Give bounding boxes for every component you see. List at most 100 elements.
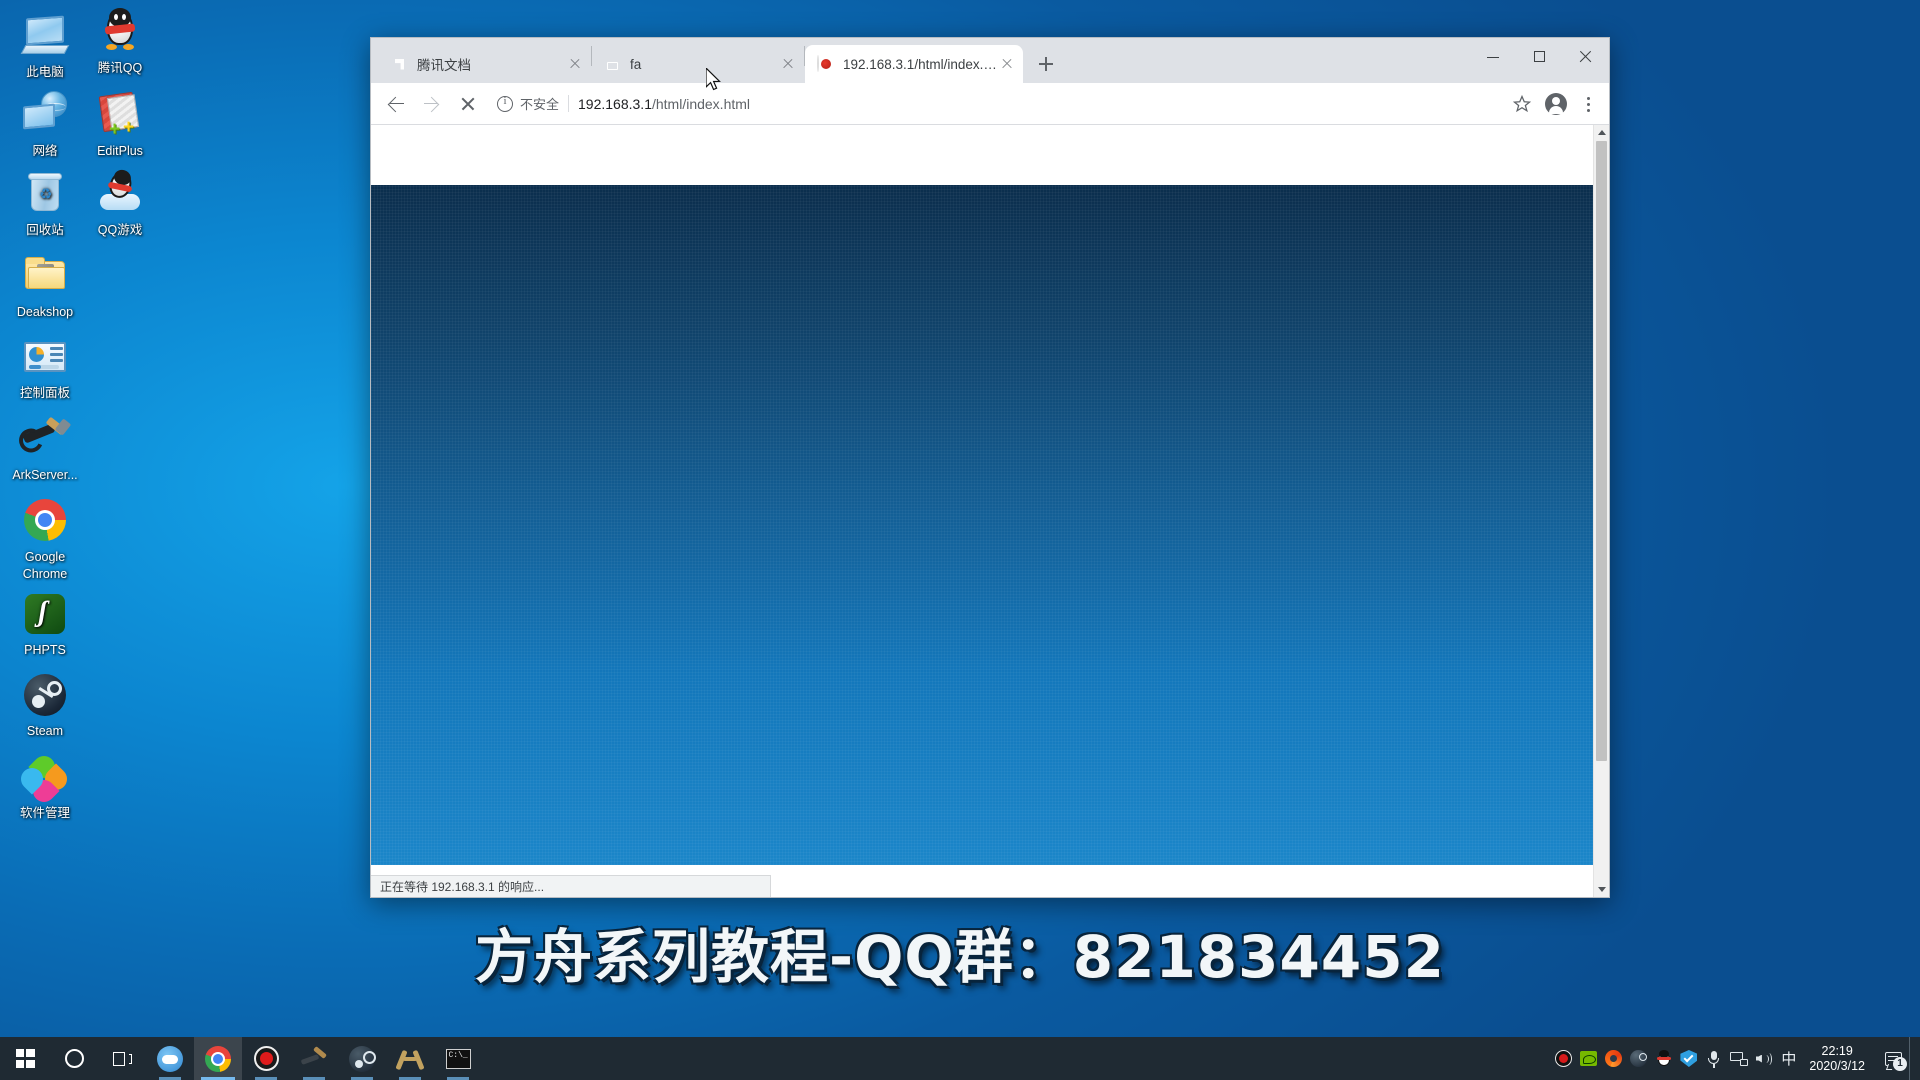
desktop-icon-label: 软件管理 [19,806,70,820]
address-bar[interactable]: 不安全 192.168.3.1/html/index.html [497,90,1503,118]
scroll-up-arrow-icon[interactable] [1594,125,1609,141]
task-view-button[interactable] [98,1037,146,1080]
system-tray: 中 22:19 2020/3/12 1 [1551,1037,1920,1080]
desktop-icon-this-pc[interactable]: 此电脑 [6,12,84,79]
tray-steam[interactable] [1626,1037,1651,1080]
omnibox-divider [568,95,570,112]
tab-title: 192.168.3.1/html/index.html [843,56,997,72]
taskbar-ark-tools[interactable] [290,1037,338,1080]
steam-icon [21,671,69,719]
profile-avatar-button[interactable] [1545,92,1567,115]
bookmark-star-icon[interactable] [1509,91,1535,117]
windows-logo-icon [15,1049,35,1068]
url-domain: 192.168.3.1 [578,95,652,112]
desktop-icon-label: QQ游戏 [97,223,143,237]
taskbar-game-app[interactable] [146,1037,194,1080]
software-manager-icon [16,751,72,807]
tray-qq[interactable] [1651,1037,1676,1080]
chrome-menu-button[interactable] [1577,91,1599,117]
desktop-icon-ark-server-tools[interactable]: ArkServer... [0,415,90,482]
ark-logo-icon [395,1048,425,1070]
record-icon [1555,1050,1573,1067]
desktop-icon-label: EditPlus [97,144,143,158]
editplus-icon: + + [96,91,144,139]
steam-icon [1630,1050,1648,1067]
status-bar-text: 正在等待 192.168.3.1 的响应... [380,880,545,894]
taskbar-recorder[interactable] [242,1037,290,1080]
control-panel-icon [21,333,69,381]
tab-close-icon[interactable] [997,54,1017,74]
show-desktop-button[interactable] [1909,1037,1916,1080]
chrome-icon [21,496,69,544]
desktop-icon-network[interactable]: 网络 [6,91,84,158]
windows-taskbar: 中 22:19 2020/3/12 1 [0,1037,1920,1080]
cortana-search-button[interactable] [50,1037,98,1080]
new-tab-button[interactable] [1031,49,1061,79]
desktop-icon-label: 控制面板 [19,386,70,400]
tray-nvidia[interactable] [1576,1037,1601,1080]
volume-icon [1755,1051,1773,1067]
taskbar-ark[interactable] [386,1037,434,1080]
tray-volume[interactable] [1751,1037,1776,1080]
microphone-icon [1707,1050,1720,1068]
desktop-icon-editplus[interactable]: + + EditPlus [81,91,159,158]
tray-security[interactable] [1676,1037,1701,1080]
desktop-icon-phpts[interactable]: ʃ PHPTS [6,590,84,657]
browser-tab-tencent-docs[interactable]: 腾讯文档 [379,45,591,83]
scroll-down-arrow-icon[interactable] [1594,881,1609,897]
page-scrollbar[interactable] [1593,125,1609,897]
mouse-cursor [706,68,721,91]
nvidia-icon [1580,1051,1598,1066]
tab-close-icon[interactable] [565,54,585,74]
desktop-icon-control-panel[interactable]: 控制面板 [6,333,84,400]
desktop-icon-label: ArkServer... [12,468,78,482]
tray-browser[interactable] [1601,1037,1626,1080]
tray-network[interactable] [1726,1037,1751,1080]
taskbar-steam[interactable] [338,1037,386,1080]
minimize-button[interactable] [1471,38,1517,75]
qq-games-icon [96,167,144,218]
tray-recorder[interactable] [1551,1037,1576,1080]
desktop-icon-qq-games[interactable]: QQ游戏 [81,167,159,237]
phpts-icon: ʃ [21,590,69,638]
desktop-icon-steam[interactable]: Steam [6,671,84,738]
info-icon[interactable] [497,95,513,112]
desktop-icon-label: Google Chrome [22,550,68,581]
video-caption-overlay: 方舟系列教程-QQ群：821834452 [0,910,1920,994]
taskbar-chrome[interactable] [194,1037,242,1080]
url-path: /html/index.html [651,95,751,112]
desktop-icon-deakshop[interactable]: Deakshop [6,252,84,319]
desktop-icon-label: Deakshop [16,305,74,319]
desktop-icon-tencent-qq[interactable]: 腾讯QQ [81,8,159,75]
browser-tab-fa[interactable]: fa [592,45,804,83]
notification-center-button[interactable]: 1 [1877,1037,1909,1080]
desktop-icon-label: 此电脑 [26,65,64,79]
browser-toolbar: 不安全 192.168.3.1/html/index.html [371,83,1609,125]
desktop: 此电脑 腾讯QQ 网络 + + EditPlus ♻ 回收站 QQ游戏 Deak… [0,0,1920,1080]
desktop-icon-software-manager[interactable]: 软件管理 [6,751,84,820]
star-icon [1513,94,1531,112]
chrome-icon [205,1045,231,1072]
clock-time: 22:19 [1821,1043,1853,1058]
tab-close-icon[interactable] [778,54,798,74]
taskbar-clock[interactable]: 22:19 2020/3/12 [1801,1044,1877,1074]
desktop-icon-google-chrome[interactable]: Google Chrome [6,496,84,583]
tray-microphone[interactable] [1701,1037,1726,1080]
desktop-icon-recycle-bin[interactable]: ♻ 回收站 [6,170,84,237]
scrollbar-thumb[interactable] [1596,141,1607,761]
taskbar-terminal[interactable] [434,1037,482,1080]
forward-button[interactable] [417,89,447,119]
browser-viewport: 正在等待 192.168.3.1 的响应... [371,125,1609,897]
desktop-icon-label: 回收站 [26,223,64,237]
maximize-button[interactable] [1517,38,1563,75]
tray-ime[interactable]: 中 [1776,1037,1801,1080]
browser-icon [1605,1050,1623,1067]
stop-loading-button[interactable] [453,89,483,119]
desktop-icon-label: PHPTS [24,643,66,657]
browser-tab-router-index[interactable]: 192.168.3.1/html/index.html [805,45,1023,83]
chrome-browser-window: 腾讯文档 fa 192.168.3.1/html/index.html i 不安… [370,37,1610,898]
close-button[interactable] [1563,38,1609,75]
back-button[interactable] [381,89,411,119]
ark-server-tools-icon [21,415,72,463]
start-button[interactable] [0,1037,50,1080]
